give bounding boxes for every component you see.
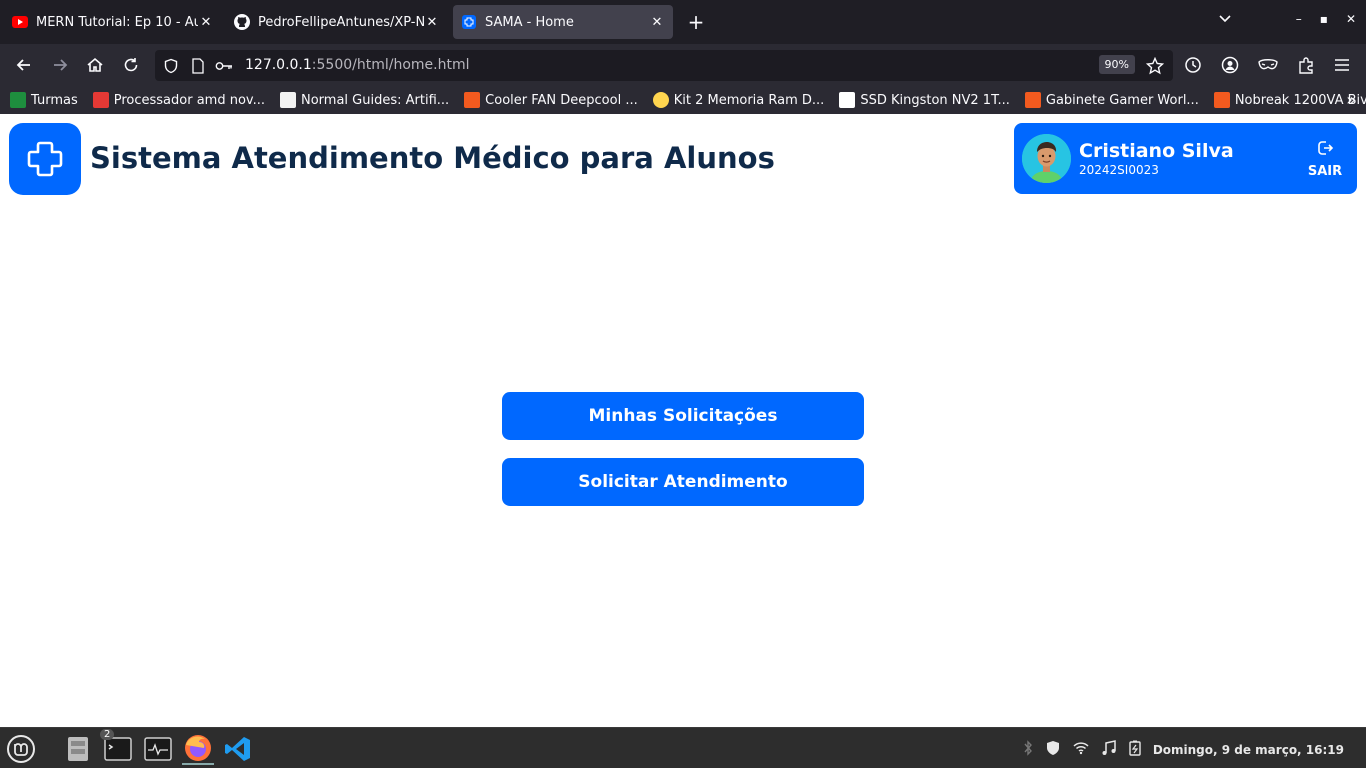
- page-title: Sistema Atendimento Médico para Alunos: [90, 141, 775, 175]
- store-icon: [1213, 92, 1230, 108]
- terminal-icon[interactable]: 2: [100, 729, 134, 765]
- page-icon: [189, 57, 207, 75]
- close-icon[interactable]: ✕: [198, 15, 214, 30]
- github-icon: [234, 14, 250, 30]
- bookmark-nobreak[interactable]: Nobreak 1200VA Bivolt: [1213, 92, 1366, 108]
- extension-mask-icon[interactable]: [1256, 53, 1280, 77]
- sama-icon: [461, 14, 477, 30]
- taskbar: 2 Domingo, 9 de março, 16:19: [0, 727, 1366, 768]
- tab-title: PedroFellipeAntunes/XP-N2: [258, 14, 424, 30]
- my-requests-button[interactable]: Minhas Solicitações: [502, 392, 864, 440]
- vscode-icon[interactable]: [222, 733, 254, 765]
- user-name: Cristiano Silva: [1079, 140, 1234, 162]
- tab-github[interactable]: PedroFellipeAntunes/XP-N2 ✕: [226, 5, 448, 39]
- tab-title: SAMA - Home: [485, 14, 574, 30]
- classroom-icon: [10, 92, 26, 108]
- medical-cross-icon: [27, 141, 63, 177]
- bookmark-cooler-fan[interactable]: Cooler FAN Deepcool ...: [464, 92, 638, 108]
- aliexpress-icon: [92, 92, 109, 108]
- bookmarks-bar: Turmas Processador amd nov... Normal Gui…: [0, 86, 1366, 114]
- account-icon[interactable]: [1218, 53, 1242, 77]
- request-care-button[interactable]: Solicitar Atendimento: [502, 458, 864, 506]
- youtube-icon: [12, 14, 28, 30]
- bookmark-ssd-kingston[interactable]: SSD Kingston NV2 1T...: [839, 92, 1010, 108]
- shield-icon[interactable]: [162, 57, 180, 75]
- maximize-icon[interactable]: ▪: [1320, 12, 1328, 26]
- tab-list-chevron-icon[interactable]: [1218, 12, 1232, 28]
- tab-sama-home[interactable]: SAMA - Home ✕: [453, 5, 673, 39]
- system-monitor-icon[interactable]: [142, 733, 174, 765]
- clock[interactable]: Domingo, 9 de março, 16:19: [1153, 743, 1344, 757]
- mercadolivre-icon: [652, 92, 669, 108]
- avatar: [1022, 134, 1071, 183]
- logout-button[interactable]: SAIR: [1307, 139, 1343, 179]
- browser-navbar: 127.0.0.1:5500/html/home.html 90%: [0, 44, 1366, 86]
- new-tab-button[interactable]: +: [684, 10, 708, 34]
- bluetooth-icon[interactable]: [1023, 740, 1033, 759]
- firefox-icon[interactable]: [182, 733, 214, 765]
- wifi-icon[interactable]: [1073, 741, 1089, 758]
- guide-icon: [280, 92, 296, 108]
- back-arrow-icon[interactable]: [12, 53, 36, 77]
- forward-arrow-icon[interactable]: [48, 53, 72, 77]
- bookmark-processador[interactable]: Processador amd nov...: [92, 92, 265, 108]
- window-controls: – ▪ ✕: [1296, 12, 1356, 26]
- logout-label: SAIR: [1307, 164, 1343, 179]
- page-content: Sistema Atendimento Médico para Alunos C…: [0, 114, 1366, 727]
- extensions-puzzle-icon[interactable]: [1294, 53, 1318, 77]
- start-menu-icon[interactable]: [5, 733, 37, 765]
- url-text[interactable]: 127.0.0.1:5500/html/home.html: [245, 57, 470, 73]
- file-manager-icon[interactable]: [62, 733, 94, 765]
- close-icon[interactable]: ✕: [424, 15, 440, 30]
- menu-hamburger-icon[interactable]: [1330, 53, 1354, 77]
- music-icon[interactable]: [1101, 740, 1117, 759]
- logout-icon: [1318, 141, 1334, 155]
- bookmark-kit-memoria[interactable]: Kit 2 Memoria Ram D...: [652, 92, 824, 108]
- close-window-icon[interactable]: ✕: [1346, 12, 1356, 26]
- app-logo: [9, 123, 81, 195]
- bookmark-star-icon[interactable]: [1146, 57, 1164, 75]
- security-shield-icon[interactable]: [1045, 740, 1061, 759]
- home-icon[interactable]: [83, 53, 107, 77]
- url-bar[interactable]: 127.0.0.1:5500/html/home.html 90%: [155, 50, 1173, 81]
- system-tray: Domingo, 9 de março, 16:19: [1023, 740, 1344, 759]
- battery-icon[interactable]: [1129, 740, 1141, 759]
- close-icon[interactable]: ✕: [649, 15, 665, 30]
- reload-icon[interactable]: [119, 53, 143, 77]
- bookmark-turmas[interactable]: Turmas: [10, 92, 78, 108]
- history-icon[interactable]: [1181, 53, 1205, 77]
- key-icon[interactable]: [215, 57, 233, 75]
- store-icon: [1024, 92, 1041, 108]
- user-card: Cristiano Silva 20242SI0023 SAIR: [1014, 123, 1357, 194]
- user-id: 20242SI0023: [1079, 163, 1159, 177]
- terminal-badge: 2: [100, 729, 115, 740]
- tab-title: MERN Tutorial: Ep 10 - Auth: [36, 14, 198, 30]
- bookmark-normal-guides[interactable]: Normal Guides: Artifi...: [280, 92, 449, 108]
- tab-mern-tutorial[interactable]: MERN Tutorial: Ep 10 - Auth ✕: [4, 5, 222, 39]
- minimize-icon[interactable]: –: [1296, 12, 1302, 26]
- bookmark-gabinete[interactable]: Gabinete Gamer Worl...: [1024, 92, 1199, 108]
- more-bookmarks-chevron-icon[interactable]: »: [1346, 90, 1356, 109]
- amazon-icon: [839, 92, 856, 108]
- zoom-indicator[interactable]: 90%: [1098, 55, 1135, 74]
- browser-tabbar: MERN Tutorial: Ep 10 - Auth ✕ PedroFelli…: [0, 0, 1366, 44]
- store-icon: [464, 92, 481, 108]
